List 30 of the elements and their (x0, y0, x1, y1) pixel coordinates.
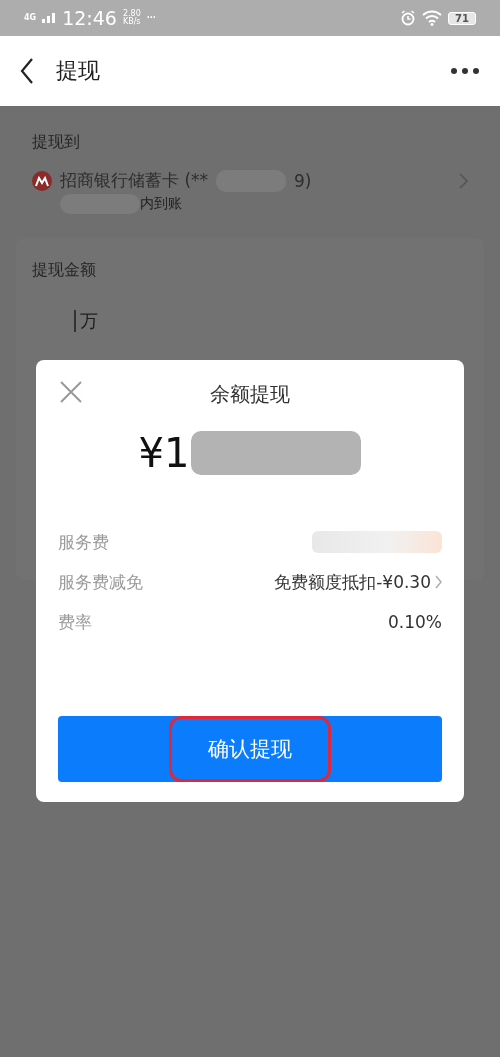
fee-label: 服务费减免 (58, 570, 143, 594)
withdraw-amount: ¥1 (138, 430, 190, 476)
network-label: 4G (24, 14, 37, 22)
chevron-right-icon[interactable] (459, 172, 468, 189)
fee-value[interactable]: 免费额度抵扣-¥0.30 (274, 570, 431, 594)
bank-card-name: 招商银行储蓄卡 (** (60, 169, 209, 192)
amount-unit: 万 (79, 309, 98, 333)
alarm-icon (400, 10, 417, 26)
fee-value: 0.10% (388, 612, 442, 632)
network-speed: 2.80 KB/s (122, 10, 141, 26)
dialog-title: 余额提现 (210, 380, 290, 408)
status-time: 12:46 (62, 7, 117, 29)
bank-logo-icon (32, 170, 52, 191)
more-icon[interactable] (450, 67, 480, 75)
signal-icon (42, 13, 57, 23)
more-notifications: ··· (146, 14, 156, 22)
fee-label: 服务费 (58, 530, 109, 554)
section-label: 提现到 (32, 132, 81, 153)
chevron-right-icon[interactable] (435, 575, 442, 589)
battery-indicator: 71 (448, 11, 476, 25)
arrival-time-note: 内到账 (140, 195, 182, 213)
text-cursor (74, 310, 76, 332)
fee-label: 费率 (58, 610, 92, 634)
back-icon[interactable] (20, 58, 34, 84)
page-title: 提现 (56, 57, 100, 85)
confirm-button[interactable]: 确认提现 (58, 716, 442, 782)
section-label: 提现金额 (32, 260, 97, 281)
bank-card-suffix: 9) (294, 170, 312, 191)
highlight-ring: 确认提现 (169, 716, 331, 782)
wifi-icon (422, 10, 443, 26)
